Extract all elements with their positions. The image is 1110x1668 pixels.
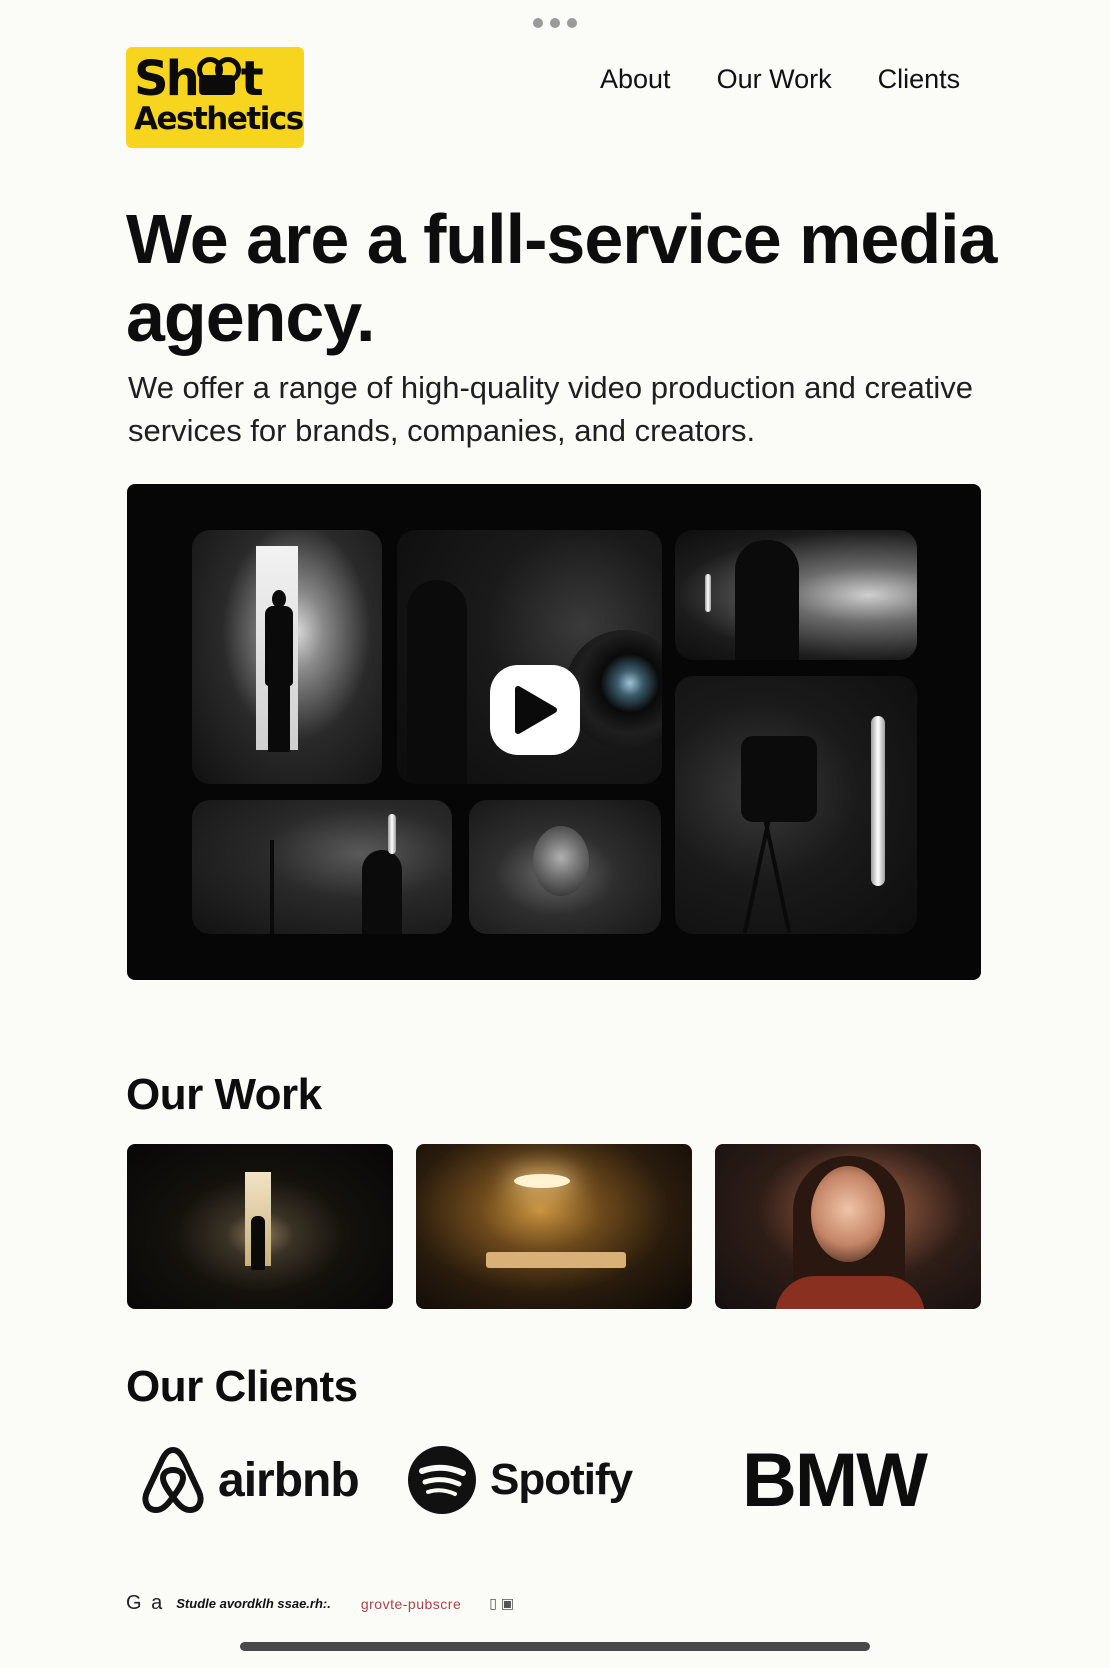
home-indicator[interactable]: [240, 1642, 870, 1651]
showreel-video[interactable]: [127, 484, 981, 980]
hero-title: We are a full-service media agency.: [126, 200, 998, 356]
page: Sh t Aesthetics About Our Work Clients We…: [0, 0, 1110, 1668]
footer-text-1: G a: [126, 1592, 165, 1614]
hero-subtitle: We offer a range of high-quality video p…: [128, 370, 973, 448]
logo-line-2: Aesthetics: [134, 101, 304, 137]
logo-line-1: Sh t: [134, 51, 264, 107]
logo[interactable]: Sh t Aesthetics: [126, 47, 304, 148]
footer-link[interactable]: grovte-pubscre: [361, 1596, 461, 1612]
nav-our-work[interactable]: Our Work: [717, 64, 832, 95]
spotify-logo-icon: [408, 1446, 476, 1514]
airbnb-logo-icon: [142, 1447, 204, 1513]
window-dots-icon[interactable]: [533, 18, 577, 28]
work-card-doorway[interactable]: [127, 1144, 393, 1309]
footer: G a Studle avordklh ssae.rh:. grovte-pub…: [126, 1592, 514, 1615]
nav-clients[interactable]: Clients: [878, 64, 961, 95]
video-tile-filming: [675, 530, 917, 660]
nav-about[interactable]: About: [600, 64, 671, 95]
client-bmw: BMW: [742, 1438, 928, 1523]
video-tile-interview: [469, 800, 661, 934]
client-spotify: Spotify: [406, 1440, 633, 1520]
camera-icon: [196, 57, 241, 97]
video-tile-doorway: [192, 530, 382, 784]
footer-icons[interactable]: ▯ ▣: [489, 1595, 514, 1612]
play-icon: [515, 686, 557, 734]
video-tile-tripod-camera: [675, 676, 917, 934]
video-tile-studio-light: [192, 800, 452, 934]
our-clients-heading: Our Clients: [126, 1362, 358, 1411]
play-button[interactable]: [490, 665, 580, 755]
work-card-studio-setup[interactable]: [416, 1144, 692, 1309]
airbnb-wordmark: airbnb: [218, 1453, 360, 1507]
client-airbnb: airbnb: [140, 1440, 360, 1520]
top-nav: About Our Work Clients: [600, 64, 960, 95]
client-logos: airbnb Spotify BMW: [130, 1438, 990, 1523]
spotify-wordmark: Spotify: [490, 1455, 633, 1504]
work-card-smiling-woman[interactable]: [715, 1144, 981, 1309]
footer-text-2: Studle avordklh ssae.rh:.: [176, 1596, 331, 1611]
bmw-wordmark: BMW: [742, 1437, 928, 1523]
our-work-heading: Our Work: [126, 1070, 322, 1119]
